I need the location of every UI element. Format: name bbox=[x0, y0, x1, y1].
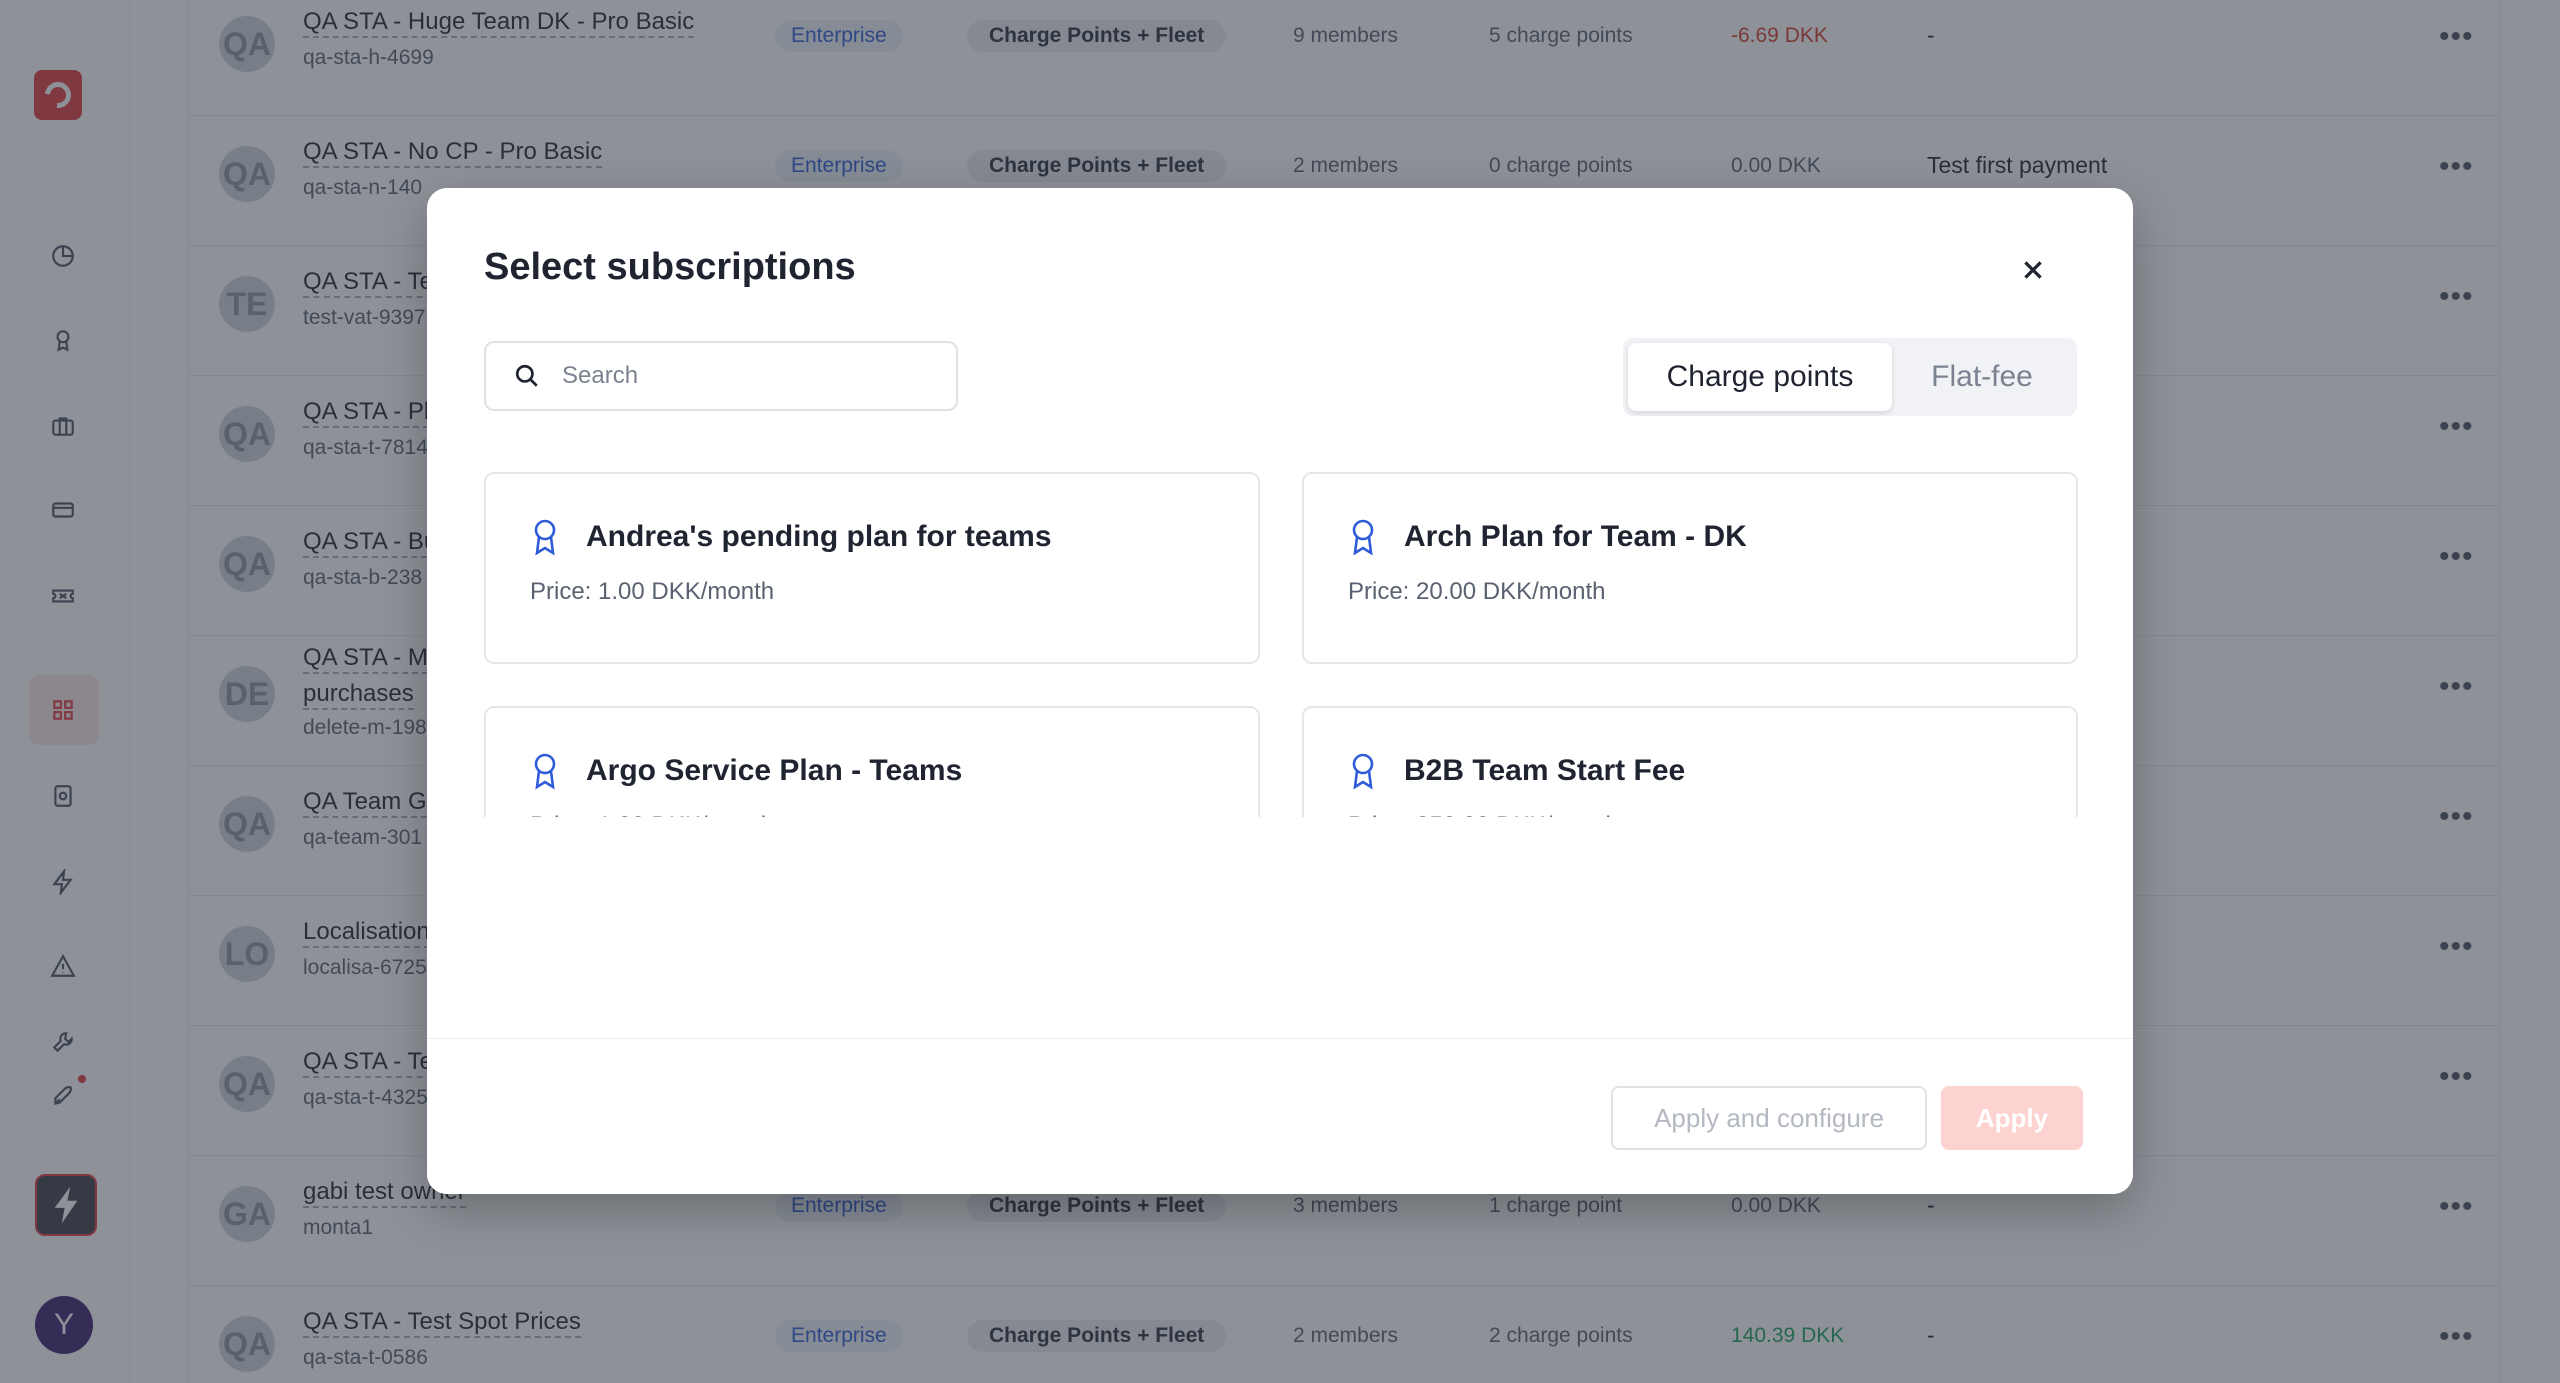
plan-name: Arch Plan for Team - DK bbox=[1404, 520, 1747, 553]
award-icon bbox=[530, 518, 560, 556]
plan-price: Price: 20.00 DKK/month bbox=[1348, 578, 1606, 605]
plan-price: Price: 1.00 DKK/month bbox=[530, 578, 775, 605]
tab-flat-fee[interactable]: Flat-fee bbox=[1892, 343, 2072, 411]
close-button[interactable] bbox=[2011, 248, 2055, 292]
modal-title: Select subscriptions bbox=[484, 246, 856, 288]
award-icon bbox=[1348, 518, 1378, 556]
apply-button[interactable]: Apply bbox=[1941, 1086, 2083, 1150]
plan-price: Price: 1.00 DKK/month bbox=[530, 812, 774, 817]
award-icon bbox=[530, 752, 560, 790]
plan-card[interactable]: B2B Team Start Fee Price: 250.00 DKK/mont… bbox=[1302, 706, 2078, 817]
apply-and-configure-button[interactable]: Apply and configure bbox=[1611, 1086, 1927, 1150]
search-icon bbox=[515, 364, 538, 387]
search-input[interactable] bbox=[562, 362, 942, 390]
plan-list: Andrea's pending plan for teams Price: 1.… bbox=[484, 472, 2078, 817]
plan-type-toggle: Charge points Flat-fee bbox=[1623, 338, 2077, 416]
plan-card[interactable]: Argo Service Plan - Teams Price: 1.00 DKK… bbox=[484, 706, 1260, 817]
plan-name: Argo Service Plan - Teams bbox=[586, 754, 963, 787]
modal-footer: Apply and configure Apply bbox=[427, 1038, 2133, 1194]
award-icon bbox=[1348, 752, 1378, 790]
plan-name: B2B Team Start Fee bbox=[1404, 754, 1686, 787]
select-subscriptions-modal: Select subscriptions Charge points Flat-… bbox=[427, 188, 2133, 1194]
plan-card[interactable]: Arch Plan for Team - DK Price: 20.00 DKK/… bbox=[1302, 472, 2078, 664]
tab-charge-points[interactable]: Charge points bbox=[1628, 343, 1892, 411]
plan-name: Andrea's pending plan for teams bbox=[586, 520, 1052, 553]
close-icon bbox=[2024, 261, 2042, 279]
search-field[interactable] bbox=[484, 341, 958, 411]
plan-card[interactable]: Andrea's pending plan for teams Price: 1.… bbox=[484, 472, 1260, 664]
plan-price: Price: 250.00 DKK/month bbox=[1348, 812, 1619, 817]
